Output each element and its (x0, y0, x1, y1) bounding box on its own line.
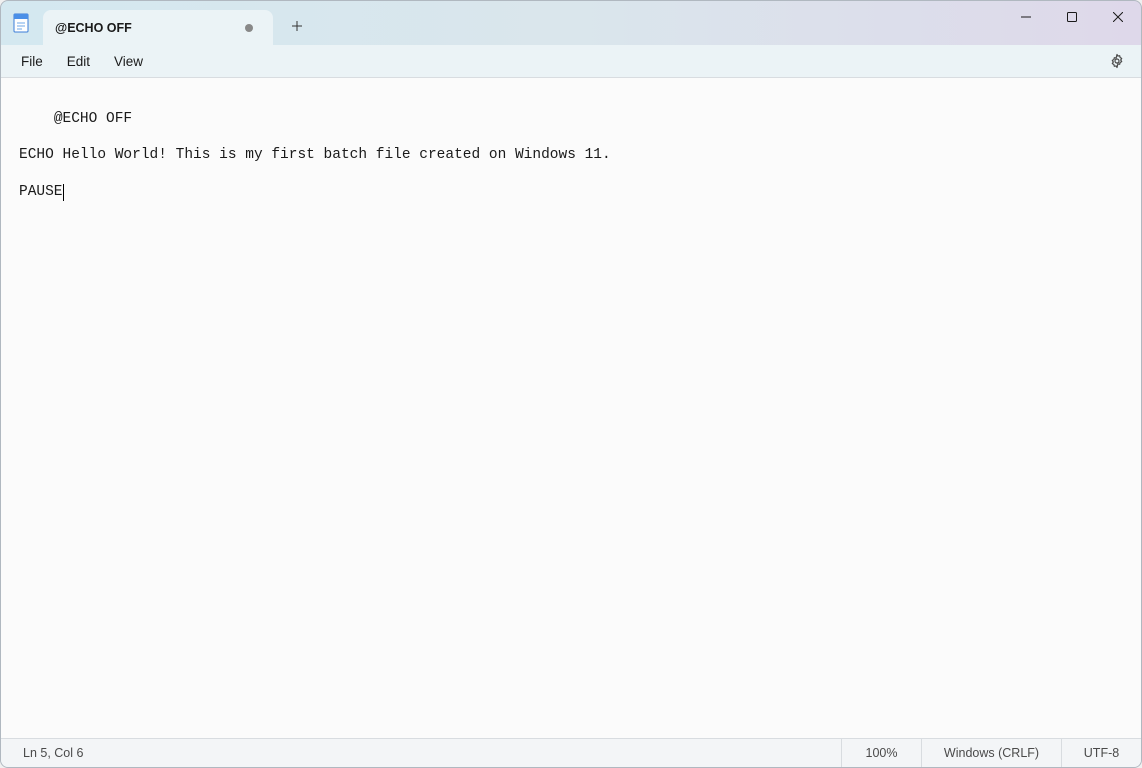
menu-file[interactable]: File (9, 50, 55, 73)
encoding[interactable]: UTF-8 (1061, 739, 1141, 767)
menu-edit[interactable]: Edit (55, 50, 102, 73)
zoom-level[interactable]: 100% (841, 739, 921, 767)
titlebar[interactable]: @ECHO OFF (1, 1, 1141, 45)
notepad-window: @ECHO OFF (0, 0, 1142, 768)
close-button[interactable] (1095, 1, 1141, 33)
cursor-position[interactable]: Ln 5, Col 6 (1, 746, 83, 760)
minimize-button[interactable] (1003, 1, 1049, 33)
menu-view[interactable]: View (102, 50, 155, 73)
settings-button[interactable] (1101, 47, 1133, 75)
text-cursor (63, 184, 64, 201)
text-editor[interactable]: @ECHO OFF ECHO Hello World! This is my f… (1, 78, 1141, 738)
statusbar: Ln 5, Col 6 100% Windows (CRLF) UTF-8 (1, 738, 1141, 767)
menubar: File Edit View (1, 45, 1141, 78)
maximize-button[interactable] (1049, 1, 1095, 33)
editor-content: @ECHO OFF ECHO Hello World! This is my f… (19, 111, 611, 200)
tab-modified-indicator (245, 24, 253, 32)
line-ending[interactable]: Windows (CRLF) (921, 739, 1061, 767)
notepad-app-icon (11, 13, 31, 33)
window-controls (1003, 1, 1141, 45)
tab-title: @ECHO OFF (55, 21, 245, 35)
new-tab-button[interactable] (281, 10, 313, 42)
document-tab[interactable]: @ECHO OFF (43, 10, 273, 45)
